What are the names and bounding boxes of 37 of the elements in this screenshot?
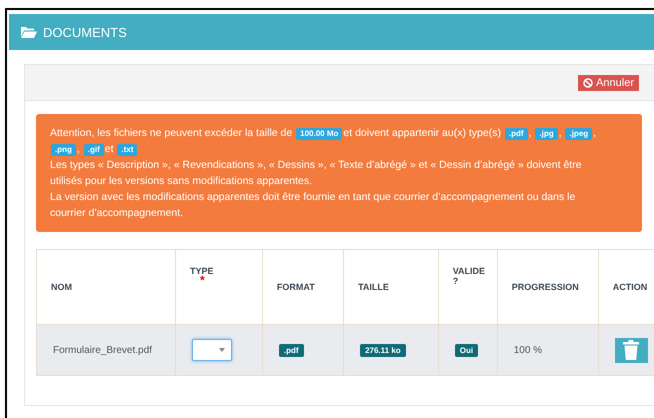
file-badge: .jpg	[535, 128, 558, 140]
delete-button[interactable]	[614, 338, 648, 362]
file-badge: 100.00 Mo	[296, 128, 342, 140]
alert-text: et doivent appartenir au(x) type(s)	[343, 127, 501, 139]
folder-icon	[21, 26, 37, 38]
alert-text: ,	[76, 143, 80, 155]
size-tag: 276.11 ko	[360, 344, 406, 356]
format-tag: .pdf	[278, 344, 304, 356]
alert-text: Les types « Description », « Revendications », « Dessins », « Texte d’abrégé » et « Dessin d’abrégé » doivent être utilisés pour les versions sans modifications apparentes.	[50, 158, 583, 189]
file-badge: .gif	[84, 144, 104, 156]
alert-text: ,	[558, 127, 562, 139]
caret-icon	[219, 348, 225, 352]
file-badge: .pdf	[504, 128, 528, 140]
file-name: Formulaire_Brevet.pdf	[53, 344, 152, 356]
column-header: NOM	[51, 282, 72, 292]
file-badge: .jpeg	[565, 128, 592, 140]
alert-text: ,	[528, 127, 532, 139]
alert-text: ,	[593, 127, 596, 139]
trash-icon	[623, 340, 640, 360]
column-header: TYPE	[190, 266, 214, 276]
alert-text: Attention, les fichiers ne peuvent excéder la taille de	[50, 127, 292, 139]
required-marker: *	[200, 276, 205, 285]
column-header: VALIDE ?	[452, 266, 486, 286]
panel-title: DOCUMENTS	[43, 24, 127, 40]
ban-icon	[583, 78, 594, 88]
file-badge: .txt	[117, 144, 138, 156]
cancel-button[interactable]: Annuler	[578, 74, 639, 90]
type-select[interactable]	[192, 339, 232, 361]
file-badge: .png	[51, 144, 76, 156]
column-header: PROGRESSION	[512, 282, 579, 292]
column-header: FORMAT	[276, 282, 315, 292]
alert-text: et	[104, 143, 114, 155]
column-header: ACTION	[612, 282, 648, 292]
column-header: TAILLE	[358, 282, 389, 292]
valid-tag: Oui	[454, 344, 478, 356]
progress-text: 100 %	[514, 344, 542, 356]
alert-text: La version avec les modifications apparentes doit être fournie en tant que courrier d’accompagnement ou dans le courrier d’accompagnement.	[50, 190, 576, 221]
